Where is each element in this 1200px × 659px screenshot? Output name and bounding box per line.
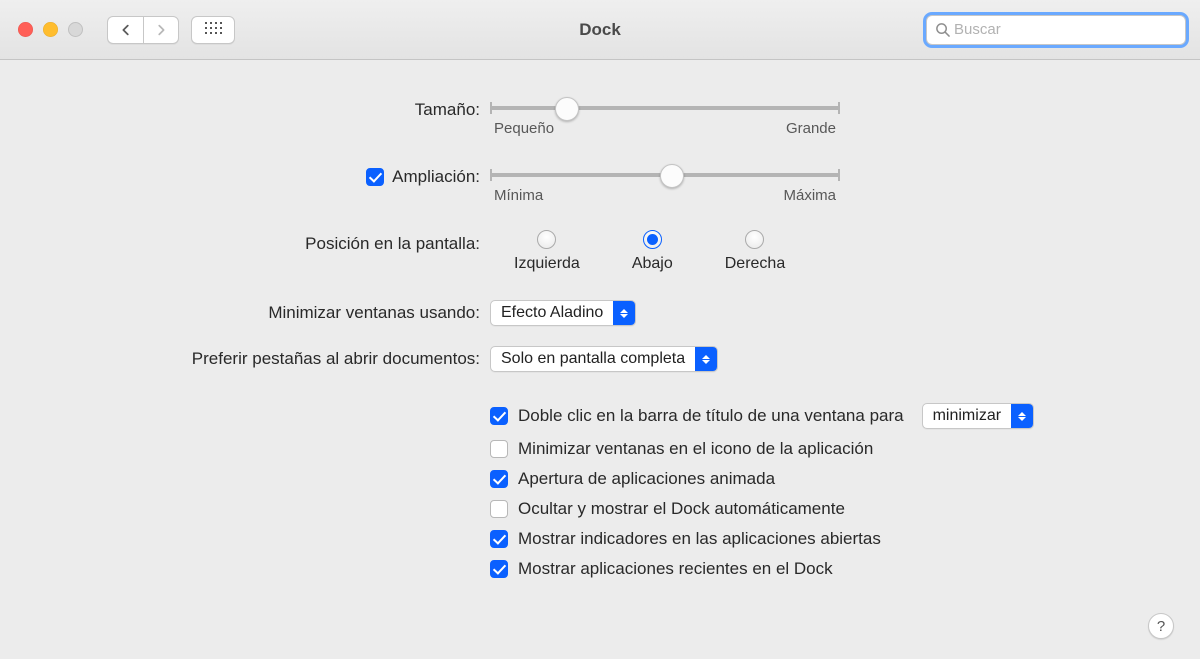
forward-button[interactable] — [143, 16, 179, 44]
search-icon — [935, 22, 950, 37]
auto-hide-label: Ocultar y mostrar el Dock automáticament… — [518, 499, 845, 519]
label-prefer-tabs: Preferir pestañas al abrir documentos: — [192, 349, 480, 369]
label-minimize-effect: Minimizar ventanas usando: — [268, 303, 480, 323]
toolbar: Dock — [0, 0, 1200, 60]
show-indicators-checkbox[interactable] — [490, 530, 508, 548]
options-list: Doble clic en la barra de título de una … — [490, 403, 1034, 579]
show-all-button[interactable] — [191, 16, 235, 44]
search-field[interactable] — [926, 15, 1186, 45]
help-button[interactable]: ? — [1148, 613, 1174, 639]
window-controls — [18, 22, 83, 37]
animate-opening-label: Apertura de aplicaciones animada — [518, 469, 775, 489]
show-recents-checkbox[interactable] — [490, 560, 508, 578]
minimize-into-icon-label: Minimizar ventanas en el icono de la apl… — [518, 439, 873, 459]
magnification-checkbox[interactable] — [366, 168, 384, 186]
auto-hide-checkbox[interactable] — [490, 500, 508, 518]
size-slider[interactable] — [490, 96, 840, 118]
minimize-effect-popup[interactable]: Efecto Aladino — [490, 300, 636, 326]
double-click-action-popup[interactable]: minimizar — [922, 403, 1034, 429]
label-magnification: Ampliación: — [392, 167, 480, 187]
content-pane: Tamaño: Pequeño Grande Ampliación: — [0, 60, 1200, 659]
help-icon: ? — [1157, 618, 1165, 635]
magnification-slider[interactable] — [490, 163, 840, 185]
position-left-radio[interactable] — [537, 230, 556, 249]
magnification-min-label: Mínima — [494, 187, 543, 204]
size-max-label: Grande — [786, 120, 836, 137]
animate-opening-checkbox[interactable] — [490, 470, 508, 488]
stepper-caps-icon — [613, 301, 635, 325]
size-min-label: Pequeño — [494, 120, 554, 137]
magnification-max-label: Máxima — [783, 187, 836, 204]
grid-icon — [205, 22, 221, 38]
search-input[interactable] — [950, 20, 1177, 39]
show-indicators-label: Mostrar indicadores en las aplicaciones … — [518, 529, 881, 549]
show-all-group — [191, 16, 235, 44]
size-slider-thumb[interactable] — [555, 97, 579, 121]
close-button[interactable] — [18, 22, 33, 37]
double-click-label: Doble clic en la barra de título de una … — [518, 406, 904, 426]
minimize-effect-value: Efecto Aladino — [501, 304, 603, 322]
label-position: Posición en la pantalla: — [305, 234, 480, 254]
minimize-into-icon-checkbox[interactable] — [490, 440, 508, 458]
nav-buttons — [107, 16, 179, 44]
prefer-tabs-popup[interactable]: Solo en pantalla completa — [490, 346, 718, 372]
double-click-checkbox[interactable] — [490, 407, 508, 425]
magnification-slider-thumb[interactable] — [660, 164, 684, 188]
minimize-button[interactable] — [43, 22, 58, 37]
prefer-tabs-value: Solo en pantalla completa — [501, 350, 685, 368]
label-size: Tamaño: — [415, 100, 480, 120]
back-button[interactable] — [107, 16, 143, 44]
search-wrap — [926, 15, 1186, 45]
position-radio-group: Izquierda Abajo Derecha — [490, 230, 785, 273]
zoom-button[interactable] — [68, 22, 83, 37]
chevron-left-icon — [119, 23, 133, 37]
chevron-right-icon — [154, 23, 168, 37]
position-right-label: Derecha — [725, 255, 785, 273]
stepper-caps-icon — [1011, 404, 1033, 428]
position-bottom-label: Abajo — [632, 255, 673, 273]
show-recents-label: Mostrar aplicaciones recientes en el Doc… — [518, 559, 833, 579]
position-right-radio[interactable] — [745, 230, 764, 249]
double-click-action-value: minimizar — [933, 407, 1001, 425]
position-bottom-radio[interactable] — [643, 230, 662, 249]
position-left-label: Izquierda — [514, 255, 580, 273]
stepper-caps-icon — [695, 347, 717, 371]
